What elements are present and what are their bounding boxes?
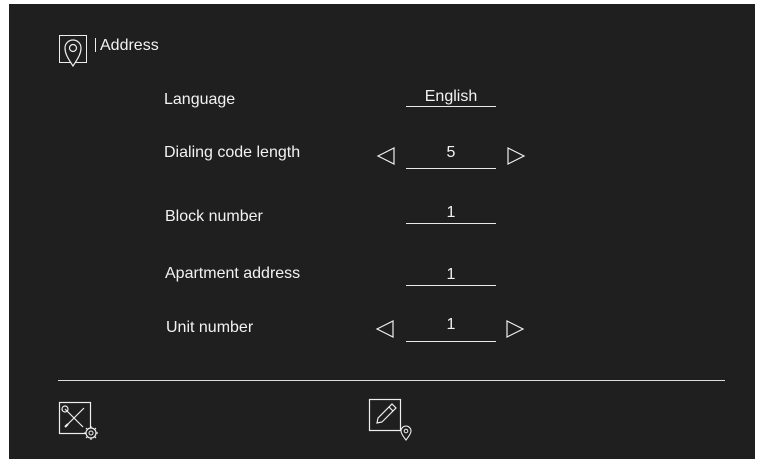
location-pin-icon <box>59 35 87 69</box>
header-divider <box>95 38 96 52</box>
apartment-address-value[interactable]: 1 <box>406 266 496 284</box>
unit-number-underline <box>406 341 496 342</box>
address-settings-screen: Address Language English Dialing code le… <box>9 4 755 459</box>
dialing-code-decrease-button[interactable] <box>375 146 397 166</box>
unit-number-value[interactable]: 1 <box>406 316 496 334</box>
dialing-code-underline <box>406 168 496 169</box>
block-number-label: Block number <box>165 208 263 225</box>
dialing-code-length-label: Dialing code length <box>164 144 301 161</box>
edit-address-icon[interactable] <box>368 398 416 442</box>
language-underline <box>406 106 496 107</box>
unit-number-label: Unit number <box>166 319 254 336</box>
page-title: Address <box>100 37 159 54</box>
language-value[interactable]: English <box>406 88 496 106</box>
apartment-address-label: Apartment address <box>165 265 301 282</box>
footer-divider <box>58 380 725 381</box>
unit-number-increase-button[interactable] <box>504 319 526 339</box>
unit-number-decrease-button[interactable] <box>374 319 396 339</box>
block-number-value[interactable]: 1 <box>406 204 496 222</box>
block-number-underline <box>406 223 496 224</box>
dialing-code-increase-button[interactable] <box>505 146 527 166</box>
language-label: Language <box>164 91 236 108</box>
apartment-address-underline <box>406 285 496 286</box>
dialing-code-length-value[interactable]: 5 <box>406 144 496 162</box>
settings-tools-icon[interactable] <box>58 401 102 443</box>
